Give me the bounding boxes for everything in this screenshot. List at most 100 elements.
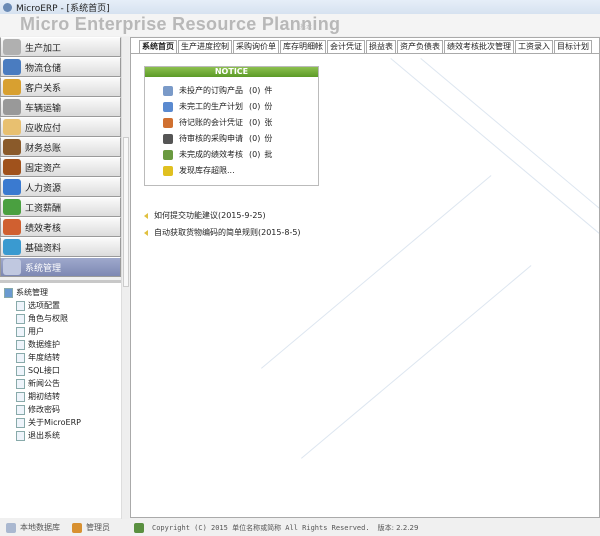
tree-item[interactable]: 角色与权限 bbox=[0, 312, 121, 325]
note-icon bbox=[3, 119, 21, 135]
order-icon bbox=[163, 85, 173, 96]
notice-row[interactable]: 待记账的会计凭证 (0) 张 bbox=[163, 117, 272, 128]
window-title: MicroERP - [系统首页] bbox=[16, 3, 110, 14]
sidebar-item[interactable]: 固定资产 bbox=[0, 157, 121, 177]
scroll-thumb[interactable] bbox=[123, 137, 129, 287]
notice-row[interactable]: 未完成的绩效考核 (0) 批 bbox=[163, 149, 272, 160]
sidebar-item[interactable]: 财务总账 bbox=[0, 137, 121, 157]
tree-item[interactable]: 关于MicroERP bbox=[0, 416, 121, 429]
banner: Micro Enterprise Resource Planning 基本 bbox=[0, 14, 600, 36]
tree-item[interactable]: 退出系统 bbox=[0, 429, 121, 442]
bg-decoration bbox=[301, 265, 532, 459]
tree-item[interactable]: 期初结转 bbox=[0, 390, 121, 403]
bullet-icon bbox=[144, 212, 148, 219]
performance-icon bbox=[163, 149, 173, 160]
document-icon bbox=[16, 326, 25, 337]
document-icon bbox=[16, 417, 25, 428]
voucher-icon bbox=[163, 117, 173, 128]
tree-item[interactable]: 用户 bbox=[0, 325, 121, 338]
gears-icon bbox=[3, 39, 21, 55]
bg-decoration bbox=[261, 175, 492, 369]
tree-root[interactable]: 系统管理 bbox=[0, 286, 121, 299]
truck-icon bbox=[3, 99, 21, 115]
tree-item[interactable]: 年度结转 bbox=[0, 351, 121, 364]
document-icon bbox=[16, 352, 25, 363]
sidebar-item[interactable]: 工资薪酬 bbox=[0, 197, 121, 217]
notice-header: NOTICE bbox=[145, 67, 318, 77]
document-icon bbox=[16, 391, 25, 402]
ledger-icon bbox=[3, 139, 21, 155]
sidebar-item[interactable]: 人力资源 bbox=[0, 177, 121, 197]
house-icon bbox=[3, 59, 21, 75]
banner-title: Micro Enterprise Resource Planning bbox=[20, 14, 341, 34]
tree-item[interactable]: 数据维护 bbox=[0, 338, 121, 351]
company-icon bbox=[134, 522, 144, 533]
version: 版本: 2.2.29 bbox=[377, 523, 419, 532]
document-icon bbox=[16, 300, 25, 311]
people-icon bbox=[3, 79, 21, 95]
tree-item[interactable]: 新闻公告 bbox=[0, 377, 121, 390]
sidebar-scrollbar[interactable] bbox=[121, 37, 129, 519]
notice-row[interactable]: 待审核的采购申请 (0) 份 bbox=[163, 133, 272, 144]
sidebar-item[interactable]: 客户关系 bbox=[0, 77, 121, 97]
tree-item[interactable]: 选项配置 bbox=[0, 299, 121, 312]
purchase-icon bbox=[163, 133, 173, 144]
person-icon bbox=[3, 179, 21, 195]
calendar-icon bbox=[3, 219, 21, 235]
tree-item[interactable]: 修改密码 bbox=[0, 403, 121, 416]
sidebar-item[interactable]: 车辆运输 bbox=[0, 97, 121, 117]
user-status: 管理员 bbox=[86, 523, 110, 532]
title-bar: MicroERP - [系统首页] bbox=[0, 0, 600, 14]
tab[interactable]: 系统首页 bbox=[139, 40, 177, 53]
tab-strip: 系统首页 生产进度控制 采购询价单 库存明细帐 会计凭证 损益表 资产负债表 绩效考核批次管理… bbox=[139, 40, 593, 53]
warning-icon bbox=[163, 165, 173, 176]
tab[interactable]: 损益表 bbox=[366, 40, 396, 53]
money-icon bbox=[3, 199, 21, 215]
notice-row[interactable]: 发现库存超限... bbox=[163, 165, 245, 176]
notice-row[interactable]: 未投产的订购产品 (0) 件 bbox=[163, 85, 272, 96]
db-status: 本地数据库 bbox=[20, 523, 60, 532]
tab[interactable]: 资产负债表 bbox=[397, 40, 443, 53]
tab[interactable]: 工资录入 bbox=[515, 40, 553, 53]
document-icon bbox=[16, 365, 25, 376]
tab[interactable]: 会计凭证 bbox=[327, 40, 365, 53]
sidebar-item[interactable]: 生产加工 bbox=[0, 37, 121, 57]
database-icon bbox=[6, 522, 16, 533]
sidebar-nav: 生产加工 物流仓储 客户关系 车辆运输 应收应付 财务总账 固定资产 人力资源 工资薪酬 绩效考核… bbox=[0, 37, 121, 279]
main-panel: 系统首页 生产进度控制 采购询价单 库存明细帐 会计凭证 损益表 资产负债表 绩效考核批次管理… bbox=[130, 37, 600, 518]
system-icon bbox=[3, 259, 21, 275]
bullet-icon bbox=[144, 229, 148, 236]
notice-panel: NOTICE 未投产的订购产品 (0) 件未完工的生产计划 (0) 份待记账的会计凭证(… bbox=[144, 66, 319, 186]
document-icon bbox=[16, 430, 25, 441]
function-tree: 系统管理 选项配置 角色与权限 用户 数据维护 年度结转 SQL接口 新闻公告 期初结转 修改密码… bbox=[0, 280, 121, 518]
document-icon bbox=[16, 404, 25, 415]
sidebar-item[interactable]: 物流仓储 bbox=[0, 57, 121, 77]
tab[interactable]: 库存明细帐 bbox=[280, 40, 326, 53]
sidebar-item[interactable]: 应收应付 bbox=[0, 117, 121, 137]
document-icon bbox=[16, 313, 25, 324]
status-bar: 本地数据库 管理员 Copyright (C) 2015 单位名称或简称 All… bbox=[0, 519, 600, 536]
bg-decoration bbox=[420, 58, 599, 252]
tab[interactable]: 采购询价单 bbox=[233, 40, 279, 53]
plan-icon bbox=[163, 101, 173, 112]
sidebar-item[interactable]: 绩效考核 bbox=[0, 217, 121, 237]
user-icon bbox=[72, 522, 82, 533]
sidebar-item[interactable]: 基础资料 bbox=[0, 237, 121, 257]
edition-label: 基本 bbox=[300, 24, 313, 31]
briefcase-icon bbox=[3, 159, 21, 175]
news-link[interactable]: 自动获取货物编码的简单规则(2015-8-5) bbox=[144, 227, 301, 238]
tab[interactable]: 目标计划 bbox=[554, 40, 592, 53]
tab[interactable]: 生产进度控制 bbox=[178, 40, 232, 53]
document-icon bbox=[16, 339, 25, 350]
copyright: Copyright (C) 2015 单位名称或简称 All Rights Re… bbox=[152, 523, 370, 532]
sidebar-item[interactable]: 系统管理 bbox=[0, 257, 121, 277]
notice-row[interactable]: 未完工的生产计划 (0) 份 bbox=[163, 101, 272, 112]
bg-decoration bbox=[390, 58, 599, 252]
app-icon bbox=[3, 2, 12, 12]
folder-icon bbox=[4, 287, 13, 298]
news-link[interactable]: 如何提交功能建议(2015-9-25) bbox=[144, 210, 266, 221]
tree-item[interactable]: SQL接口 bbox=[0, 364, 121, 377]
document-icon bbox=[16, 378, 25, 389]
tab[interactable]: 绩效考核批次管理 bbox=[444, 40, 514, 53]
folder-check-icon bbox=[3, 239, 21, 255]
